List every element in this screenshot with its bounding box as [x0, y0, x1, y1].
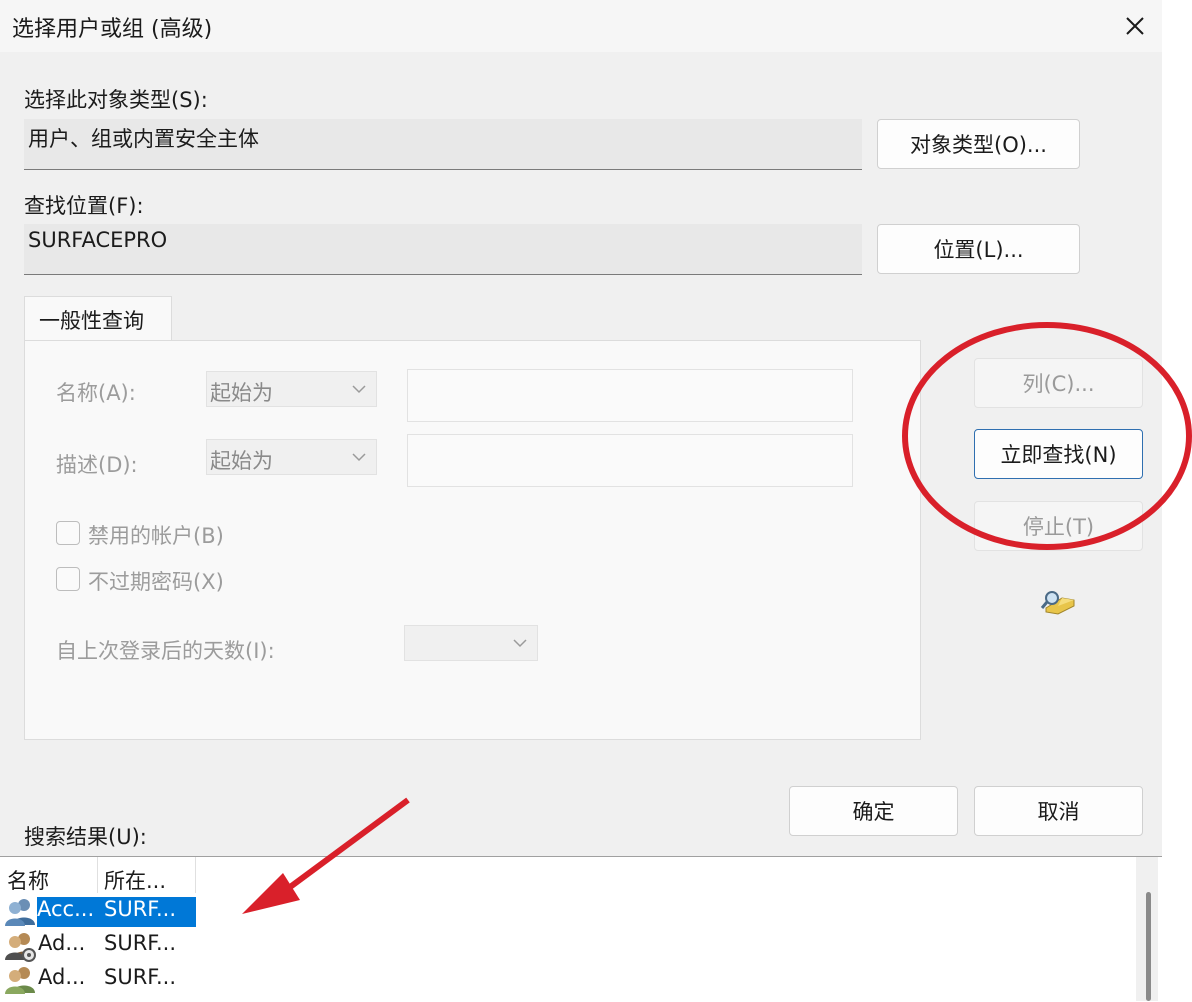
location-label: 查找位置(F):: [24, 194, 144, 218]
object-type-label: 选择此对象类型(S):: [24, 88, 208, 112]
table-row[interactable]: Ad... SURF...: [0, 963, 200, 997]
table-row[interactable]: Acc... SURF...: [0, 895, 200, 929]
days-since-logon-select[interactable]: [404, 625, 538, 661]
result-name: Ad...: [38, 931, 86, 955]
description-label: 描述(D):: [56, 453, 138, 477]
result-location: SURF...: [98, 897, 196, 927]
object-types-button[interactable]: 对象类型(O)...: [877, 119, 1080, 169]
location-value: SURFACEPRO: [28, 228, 168, 252]
name-input[interactable]: [407, 369, 853, 422]
name-mode-select[interactable]: 起始为: [206, 371, 377, 407]
disabled-accounts-label: 禁用的帐户(B): [88, 524, 224, 548]
result-location: SURF...: [104, 931, 177, 955]
title-bar: 选择用户或组 (高级): [0, 0, 1162, 52]
tab-common-queries[interactable]: 一般性查询: [24, 296, 172, 341]
description-mode-select[interactable]: 起始为: [206, 439, 377, 475]
table-row[interactable]: Ad... SURF...: [0, 929, 200, 963]
stop-button[interactable]: 停止(T): [974, 501, 1143, 551]
column-header-name-label: 名称: [7, 869, 49, 893]
object-type-field: 用户、组或内置安全主体: [24, 119, 862, 170]
description-input[interactable]: [407, 434, 853, 487]
close-icon: [1126, 17, 1144, 35]
search-results-label: 搜索结果(U):: [24, 825, 147, 849]
result-name: Ad...: [38, 965, 86, 989]
dialog-title: 选择用户或组 (高级): [12, 17, 213, 42]
search-animation-icon: [1040, 591, 1075, 615]
user-group-icon: [5, 967, 35, 994]
name-label: 名称(A):: [56, 381, 136, 405]
column-header-name[interactable]: 名称: [0, 857, 98, 893]
column-header-location-label: 所在...: [104, 869, 167, 893]
user-group-gear-icon: [5, 933, 36, 962]
non-expiring-password-label: 不过期密码(X): [88, 570, 224, 594]
user-group-icon: [5, 899, 35, 926]
find-now-button[interactable]: 立即查找(N): [974, 429, 1143, 479]
object-type-value: 用户、组或内置安全主体: [28, 127, 259, 151]
non-expiring-password-checkbox[interactable]: [56, 567, 80, 591]
location-field: SURFACEPRO: [24, 224, 862, 275]
description-mode-value: 起始为: [210, 449, 273, 473]
days-since-logon-label: 自上次登录后的天数(I):: [56, 639, 275, 663]
result-location: SURF...: [104, 965, 177, 989]
disabled-accounts-checkbox[interactable]: [56, 521, 80, 545]
search-results-list[interactable]: 名称 所在... Acc... SURF... Ad... SURF... Ad…: [0, 856, 1162, 1002]
name-mode-value: 起始为: [210, 381, 273, 405]
tab-common-queries-label: 一般性查询: [39, 309, 144, 333]
chevron-down-icon: [513, 639, 527, 648]
chevron-down-icon: [352, 385, 366, 394]
locations-button[interactable]: 位置(L)...: [877, 224, 1080, 274]
close-button[interactable]: [1113, 4, 1157, 48]
ok-button[interactable]: 确定: [789, 786, 958, 836]
cancel-button[interactable]: 取消: [974, 786, 1143, 836]
chevron-down-icon: [352, 453, 366, 462]
column-header-location[interactable]: 所在...: [98, 857, 196, 893]
columns-button[interactable]: 列(C)...: [974, 358, 1143, 408]
select-users-dialog: 选择用户或组 (高级) 选择此对象类型(S): 用户、组或内置安全主体 对象类型…: [0, 0, 1162, 1001]
result-name: Acc...: [37, 897, 98, 927]
results-scrollbar-thumb[interactable]: [1146, 892, 1151, 1001]
